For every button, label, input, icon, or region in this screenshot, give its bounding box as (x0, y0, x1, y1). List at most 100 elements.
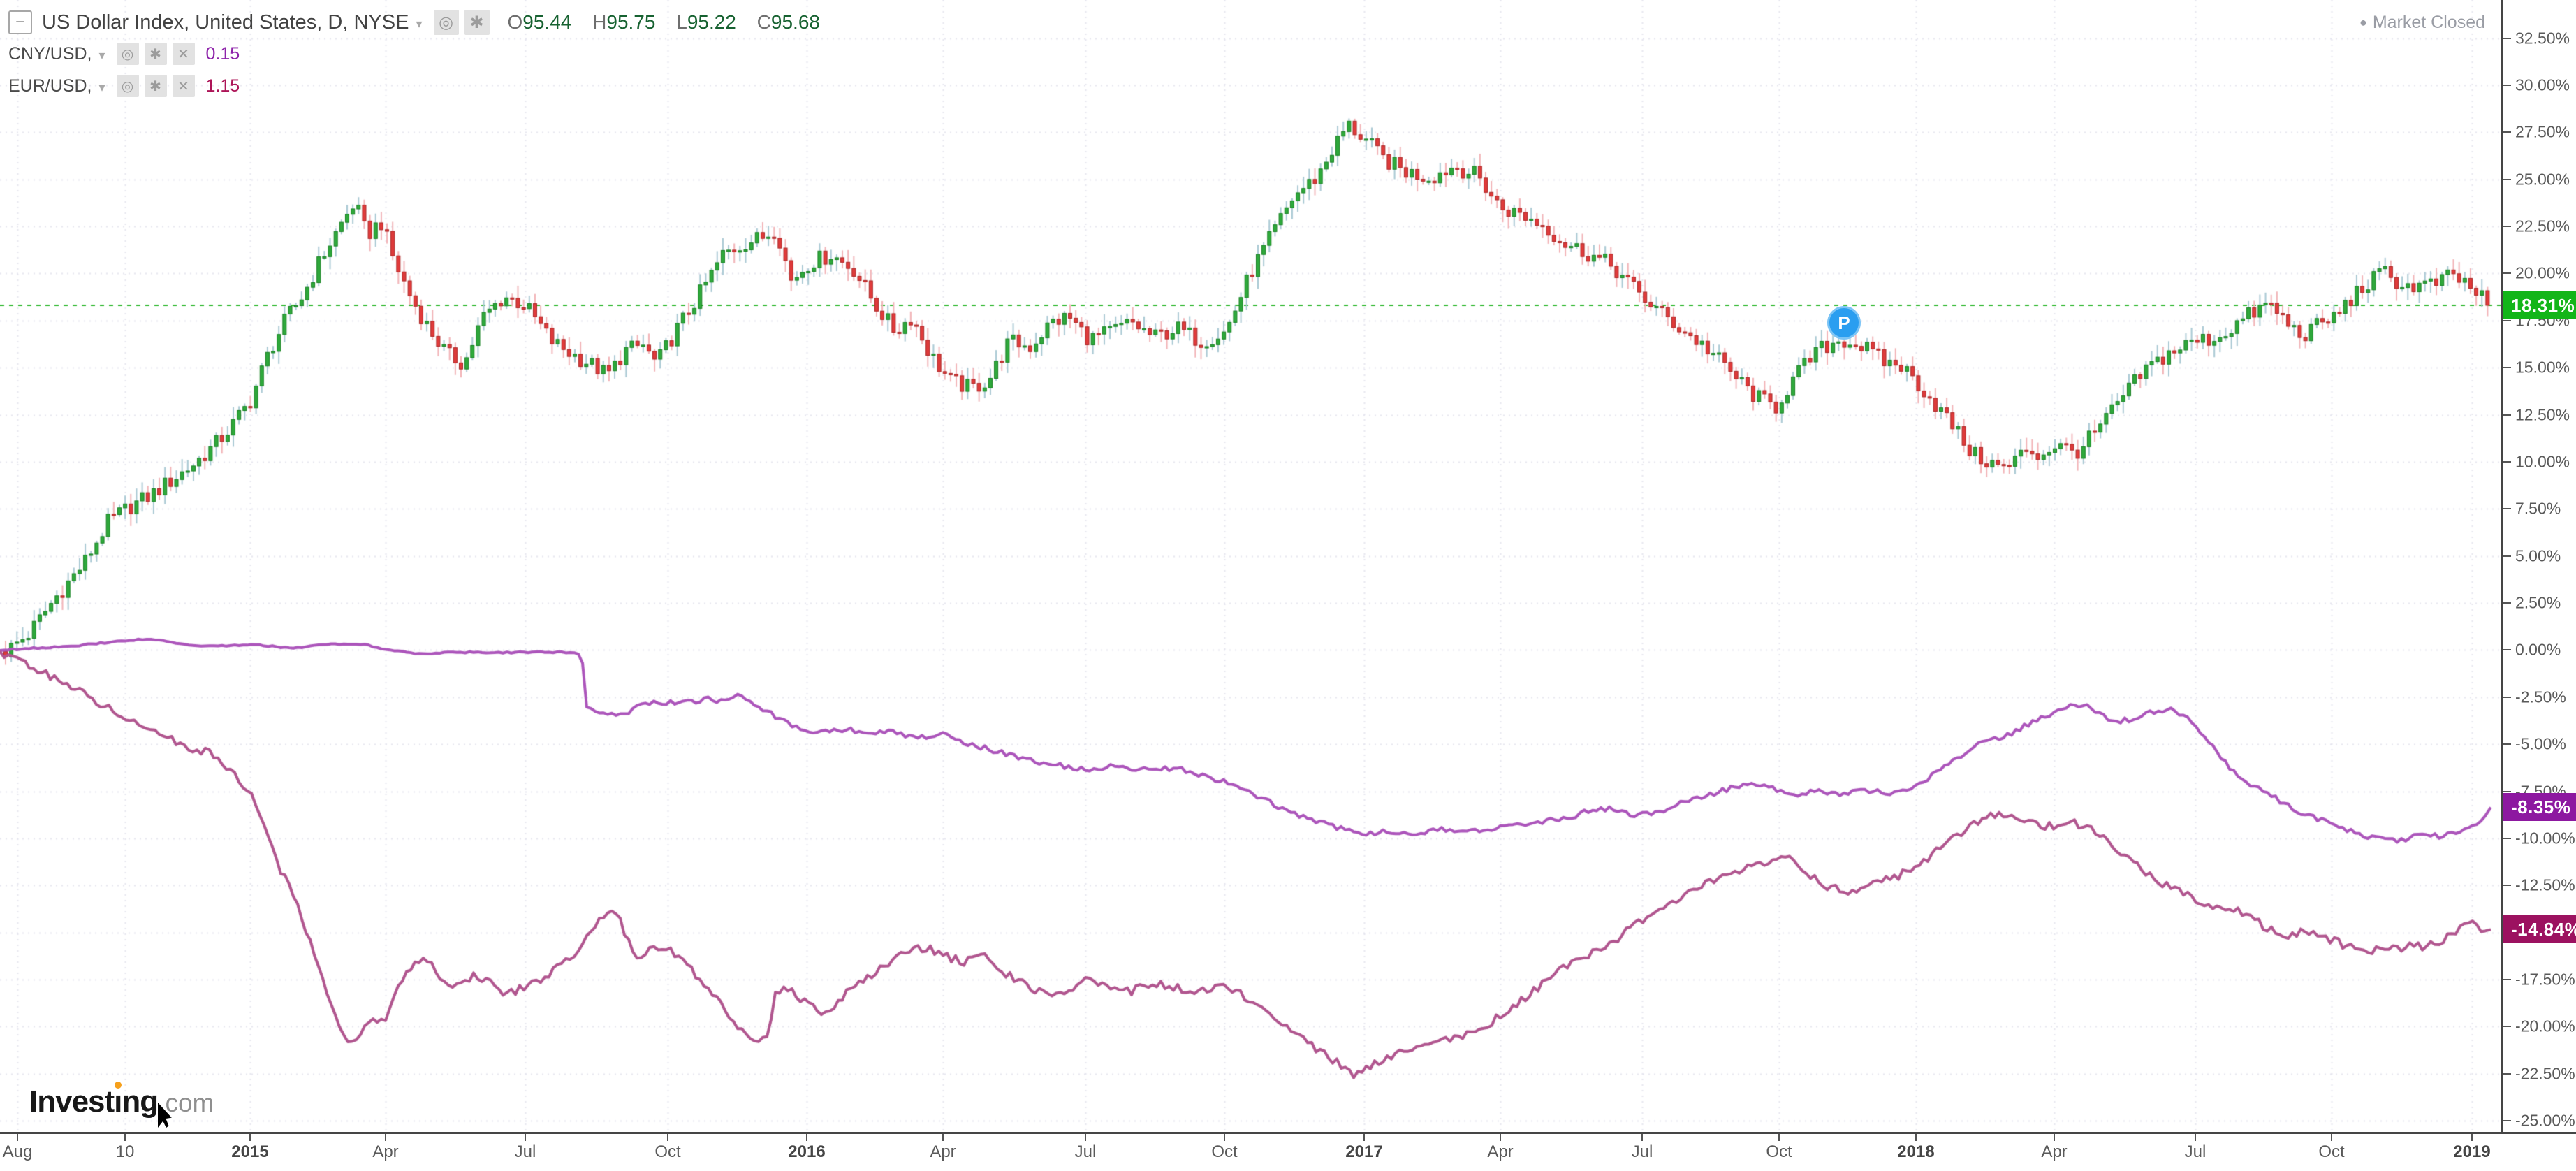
price-axis-tick (2503, 460, 2511, 463)
price-axis-tick (2503, 131, 2511, 133)
eur-dropdown-caret[interactable]: ▾ (98, 80, 105, 95)
time-axis-label: Oct (2318, 1142, 2345, 1161)
time-axis-tick (2471, 1134, 2473, 1141)
price-axis-tick (2503, 979, 2511, 981)
cny-dropdown-caret[interactable]: ▾ (98, 48, 105, 63)
time-axis-label: Apr (2041, 1142, 2068, 1161)
time-axis-tick (667, 1134, 668, 1141)
time-axis-tick (1224, 1134, 1225, 1141)
time-axis-label: Jul (1074, 1142, 1097, 1161)
price-axis-label: 27.50% (2515, 122, 2570, 141)
price-axis-label: -17.50% (2515, 970, 2575, 989)
time-axis-label: Jul (514, 1142, 536, 1161)
open-label: O (507, 11, 523, 33)
hide-cny-button[interactable]: ◎ (116, 43, 139, 65)
gear-icon: ✱ (149, 78, 161, 94)
price-axis-label: 2.50% (2515, 593, 2561, 612)
time-axis-label: Oct (1766, 1142, 1792, 1161)
remove-cny-button[interactable]: ✕ (172, 43, 195, 65)
market-status-dot-icon: ● (2359, 15, 2367, 29)
time-axis-tick (1363, 1134, 1365, 1141)
cny-usd-value: 0.15 (205, 43, 240, 64)
eye-icon: ◎ (121, 46, 134, 62)
price-axis-tick (2503, 696, 2511, 698)
time-axis-label: Apr (372, 1142, 399, 1161)
market-status: ● Market Closed (2359, 13, 2485, 33)
position-badge[interactable]: P (1827, 306, 1861, 340)
close-icon: ✕ (177, 46, 189, 62)
price-axis-tick (2503, 790, 2511, 792)
high-value: 95.75 (606, 11, 656, 33)
price-axis-label: 20.00% (2515, 263, 2570, 282)
time-axis-label: Oct (1211, 1142, 1238, 1161)
price-axis-tick (2503, 649, 2511, 651)
hide-symbol-button[interactable]: ◎ (433, 10, 459, 35)
price-axis-label: 0.00% (2515, 640, 2561, 659)
price-axis-label: -22.50% (2515, 1064, 2575, 1083)
price-axis-label: 7.50% (2515, 499, 2561, 518)
price-axis-label: 15.00% (2515, 358, 2570, 377)
time-axis-tick (385, 1134, 386, 1141)
time-axis-tick (525, 1134, 526, 1141)
price-axis-label: 30.00% (2515, 75, 2570, 94)
time-axis-tick (2331, 1134, 2332, 1141)
time-axis-tick (2054, 1134, 2055, 1141)
price-axis-label: 32.50% (2515, 29, 2570, 48)
price-axis-label: -12.50% (2515, 875, 2575, 894)
price-axis-tick (2503, 319, 2511, 321)
price-axis-tick (2503, 414, 2511, 416)
eur-settings-button[interactable]: ✱ (144, 75, 167, 97)
symbol-dropdown-caret[interactable]: ▾ (416, 17, 422, 31)
time-axis-label: Apr (930, 1142, 956, 1161)
price-axis-label: 5.00% (2515, 546, 2561, 565)
time-axis-tick (1915, 1134, 1917, 1141)
price-axis-tick (2503, 508, 2511, 510)
gear-icon: ✱ (149, 46, 161, 62)
time-axis-tick (806, 1134, 807, 1141)
eye-icon: ◎ (439, 13, 453, 32)
price-axis-tick (2503, 367, 2511, 369)
cny-usd-label[interactable]: CNY/USD, (8, 44, 92, 64)
time-axis-tick (1641, 1134, 1643, 1141)
price-axis-tick (2503, 272, 2511, 275)
price-axis-tick (2503, 1072, 2511, 1075)
price-axis-tick (2503, 1026, 2511, 1028)
time-axis-tick (2195, 1134, 2196, 1141)
low-value: 95.22 (687, 11, 736, 33)
price-axis-label: 25.00% (2515, 170, 2570, 189)
time-axis-label: Jul (2184, 1142, 2207, 1161)
symbol-settings-button[interactable]: ✱ (464, 10, 490, 35)
logo-text: Investı ng (29, 1082, 159, 1119)
ohlc-readout: O95.44 H95.75 L95.22 C95.68 (508, 11, 820, 34)
symbol-row: − US Dollar Index, United States, D, NYS… (8, 7, 820, 38)
collapse-legend-icon[interactable]: − (8, 10, 32, 34)
time-axis-label: 2018 (1897, 1142, 1935, 1161)
time-axis[interactable]: Aug 10 2015 Apr Jul Oct 2016 Apr Jul Oct 2017 Apr Ju… (0, 1132, 2576, 1171)
price-axis-tick (2503, 84, 2511, 86)
market-status-text: Market Closed (2372, 13, 2485, 32)
legend-row-eur: EUR/USD, ▾ ◎ ✱ ✕ 1.15 (8, 70, 820, 102)
time-axis-tick (1778, 1134, 1780, 1141)
time-axis-tick (17, 1134, 18, 1141)
chart-legend: − US Dollar Index, United States, D, NYS… (8, 7, 820, 102)
investing-logo: Investı ng .com (29, 1082, 214, 1119)
cny-settings-button[interactable]: ✱ (144, 43, 167, 65)
price-axis[interactable]: 32.50% 30.00% 27.50% 25.00% 22.50% 20.00% 17.5… (2501, 0, 2576, 1132)
price-axis-tick (2503, 885, 2511, 887)
price-axis-label: 10.00% (2515, 452, 2570, 471)
remove-eur-button[interactable]: ✕ (172, 75, 195, 97)
hide-eur-button[interactable]: ◎ (116, 75, 139, 97)
time-axis-label: 2015 (231, 1142, 269, 1161)
price-chart-canvas[interactable] (0, 0, 2501, 1132)
time-axis-label: Apr (1487, 1142, 1514, 1161)
symbol-title[interactable]: US Dollar Index, United States, D, NYSE (42, 11, 409, 34)
high-label: H (592, 11, 607, 33)
price-axis-label: 12.50% (2515, 405, 2570, 424)
eye-icon: ◎ (121, 78, 134, 94)
time-axis-label: 2017 (1345, 1142, 1383, 1161)
eur-usd-label[interactable]: EUR/USD, (8, 76, 92, 96)
eur-usd-value: 1.15 (205, 75, 240, 96)
price-axis-label: -2.50% (2515, 688, 2566, 706)
open-value: 95.44 (522, 11, 572, 33)
price-axis-tick (2503, 837, 2511, 839)
